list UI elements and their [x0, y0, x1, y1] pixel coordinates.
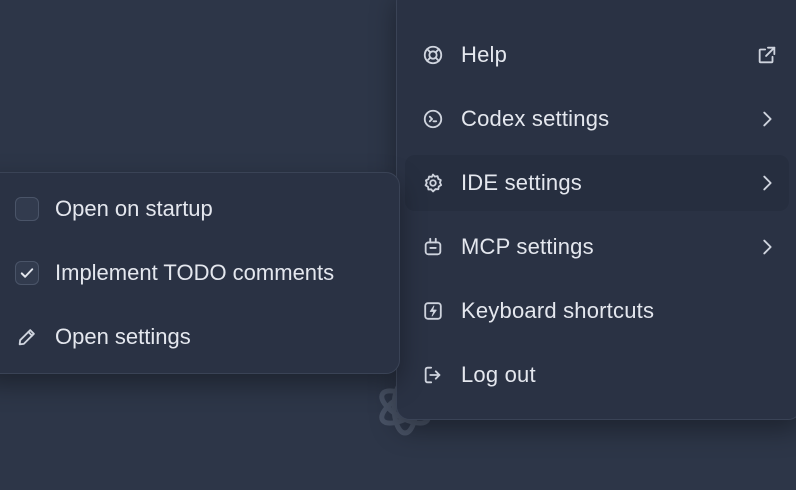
plug-icon: [421, 235, 445, 259]
submenu-item-label: Open on startup: [55, 196, 213, 221]
submenu-item-implement-todo-comments[interactable]: Implement TODO comments: [15, 253, 385, 293]
lifebuoy-icon: [421, 43, 445, 67]
submenu-item-open-on-startup[interactable]: Open on startup: [15, 189, 385, 229]
account-menu: Help Codex settings IDE settings MCP set…: [396, 0, 796, 420]
submenu-item-label: Open settings: [55, 324, 191, 349]
submenu-item-label: Implement TODO comments: [55, 260, 335, 285]
implement-todo-checkbox[interactable]: [15, 261, 39, 285]
menu-item-label: MCP settings: [461, 234, 594, 259]
logout-icon: [421, 363, 445, 387]
gear-icon: [421, 171, 445, 195]
menu-item-help[interactable]: Help: [405, 27, 789, 83]
chevron-right-icon: [755, 171, 779, 195]
menu-item-codex-settings[interactable]: Codex settings: [405, 91, 789, 147]
menu-item-label: IDE settings: [461, 170, 583, 195]
menu-item-label: Codex settings: [461, 106, 610, 131]
open-on-startup-checkbox[interactable]: [15, 197, 39, 221]
menu-item-label: Log out: [461, 362, 536, 387]
menu-item-ide-settings[interactable]: IDE settings: [405, 155, 789, 211]
terminal-icon: [421, 107, 445, 131]
menu-item-label: Keyboard shortcuts: [461, 298, 655, 323]
lightning-key-icon: [421, 299, 445, 323]
chevron-right-icon: [755, 235, 779, 259]
ide-settings-submenu: Open on startup Implement TODO comments …: [0, 172, 400, 374]
checkmark-icon: [20, 268, 34, 278]
external-link-icon: [755, 43, 779, 67]
chevron-right-icon: [755, 107, 779, 131]
submenu-item-open-settings[interactable]: Open settings: [15, 317, 385, 357]
menu-item-mcp-settings[interactable]: MCP settings: [405, 219, 789, 275]
pencil-icon: [15, 325, 39, 349]
menu-item-keyboard-shortcuts[interactable]: Keyboard shortcuts: [405, 283, 789, 339]
menu-item-log-out[interactable]: Log out: [405, 347, 789, 403]
menu-item-label: Help: [461, 42, 508, 67]
